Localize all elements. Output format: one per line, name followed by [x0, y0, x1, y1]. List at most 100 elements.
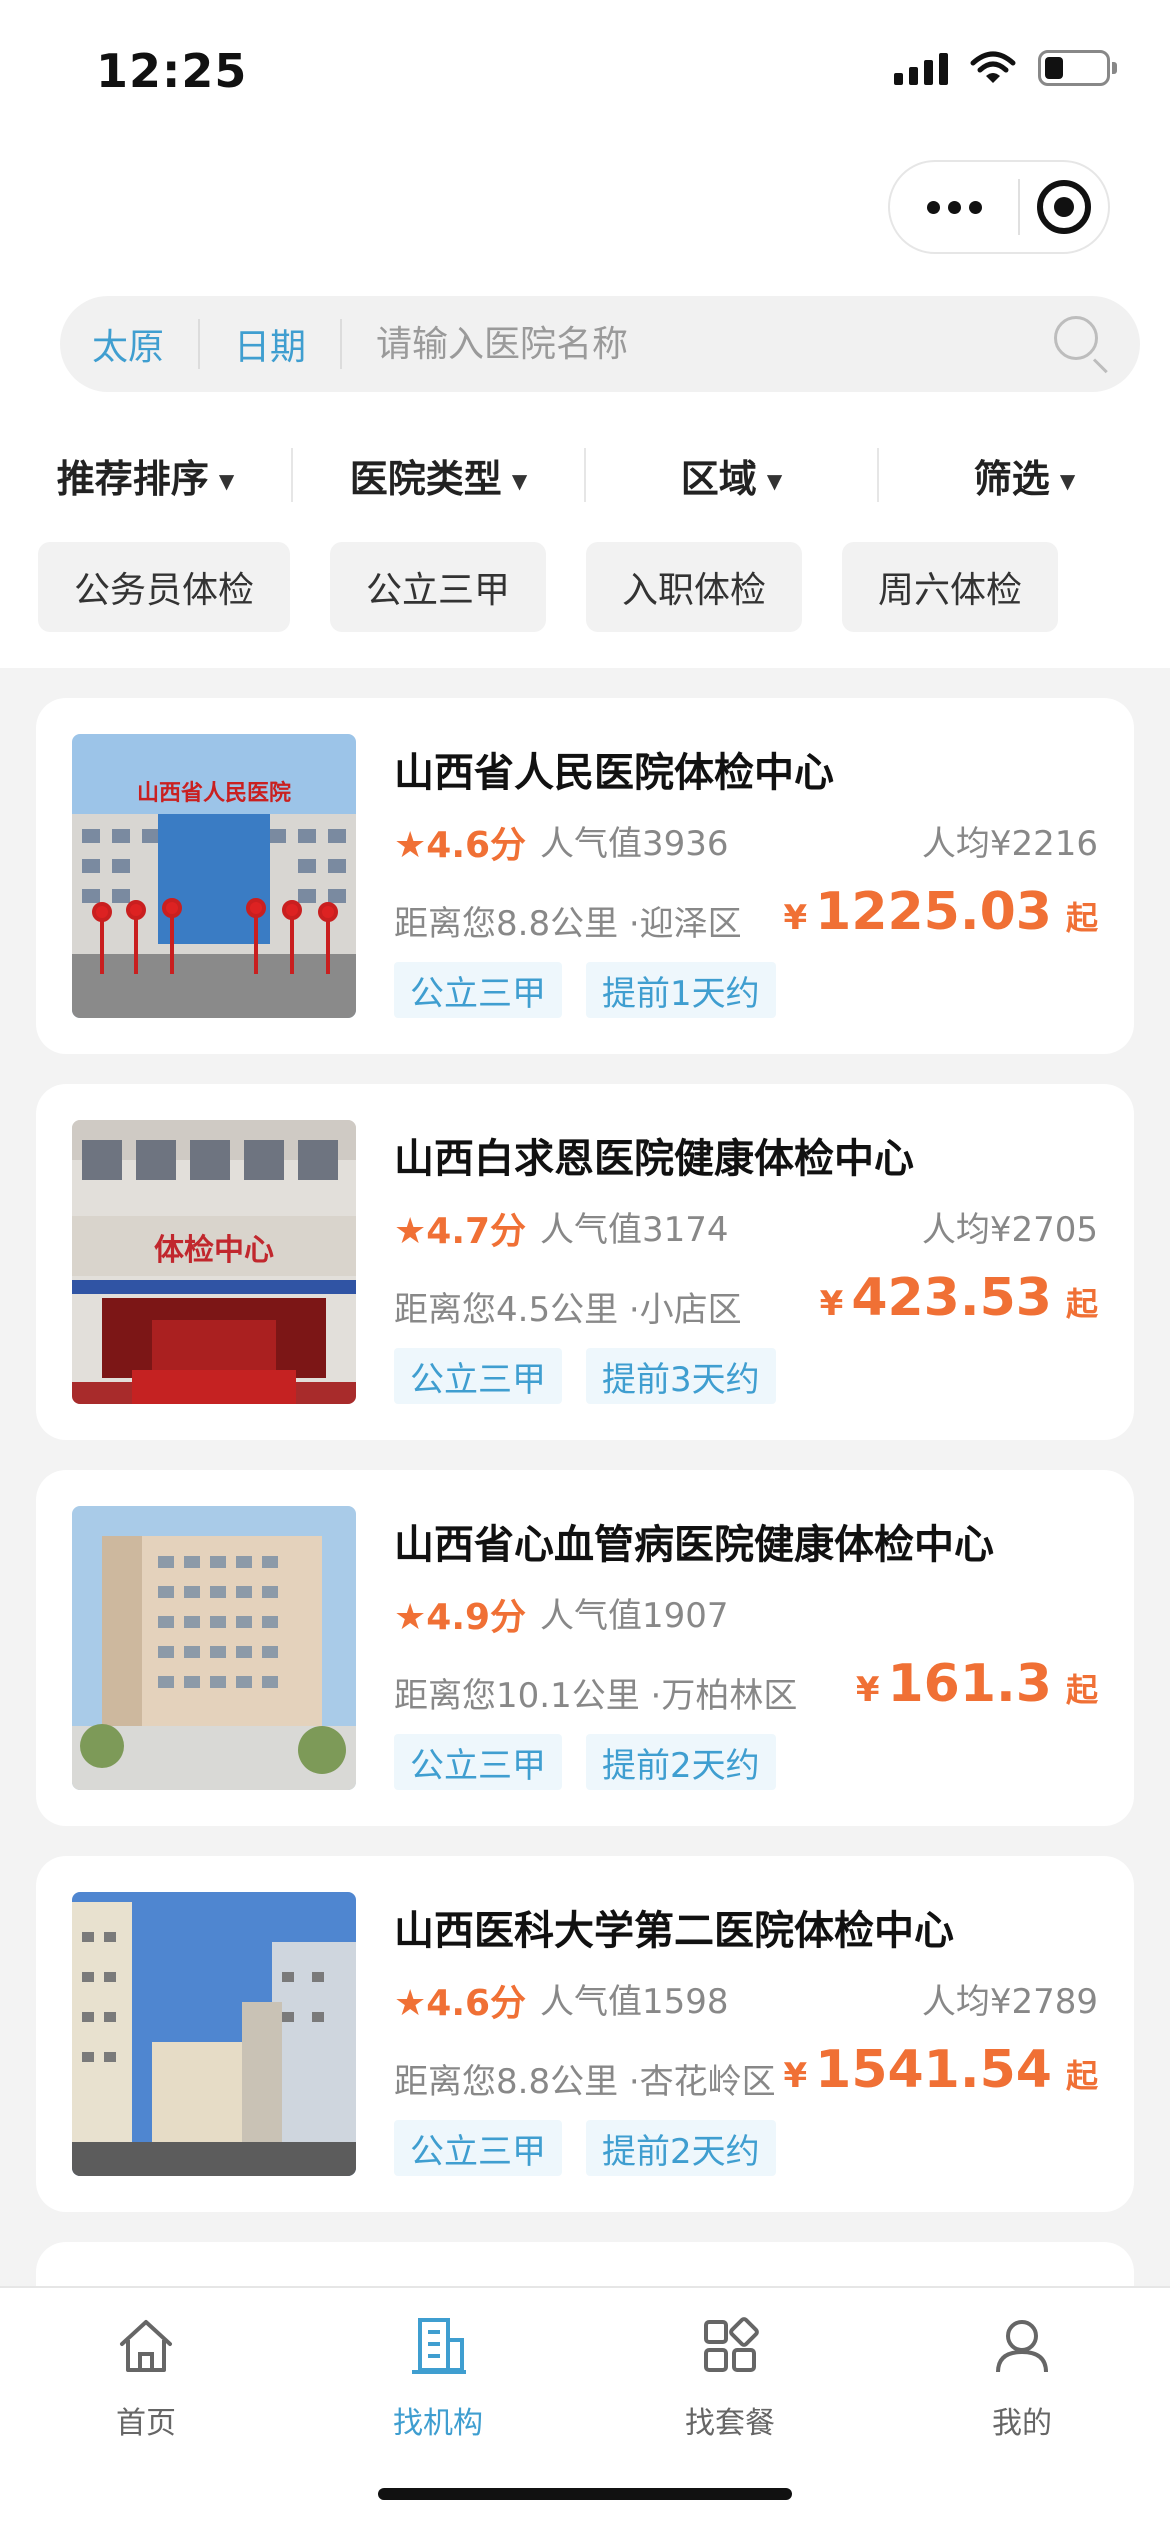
quick-filter-chips: 公务员体检 公立三甲 入职体检 周六体检 — [38, 542, 1059, 632]
tab-find-package[interactable]: 找套餐 — [650, 2306, 810, 2442]
user-icon — [996, 2320, 1048, 2373]
distance: 距离您8.8公里 ·迎泽区 — [394, 904, 742, 944]
sort-label: 区域 — [680, 456, 757, 501]
tag: 公立三甲 — [394, 1348, 562, 1404]
search-bar: 太原 日期 — [60, 296, 1140, 392]
price-currency: ¥ — [855, 1670, 880, 1710]
chip-public-grade-a[interactable]: 公立三甲 — [330, 542, 547, 632]
tags: 公立三甲 提前2天约 — [394, 2120, 776, 2176]
popularity: 人气值1598 — [540, 1982, 729, 2022]
sort-recommended[interactable]: 推荐排序 ▼ — [0, 448, 291, 503]
price-currency: ¥ — [783, 898, 808, 938]
tag: 提前2天约 — [586, 2120, 776, 2176]
chip-employment[interactable]: 入职体检 — [586, 542, 803, 632]
caret-down-icon: ▼ — [511, 469, 528, 493]
hospital-card[interactable]: 山西省心血管病医院健康体检中心 ★4.9分 人气值1907 距离您10.1公里 … — [36, 1470, 1134, 1826]
close-target-button[interactable] — [1020, 180, 1108, 234]
rating: ★4.6分 — [394, 816, 526, 868]
hospital-list: 山西省人民医院 山西省人民医院体检中心 ★4.6分 人气值3936 人均¥221… — [36, 698, 1134, 2302]
sort-area[interactable]: 区域 ▼ — [586, 448, 877, 503]
search-input[interactable] — [376, 323, 1040, 365]
tab-find-institution[interactable]: 找机构 — [358, 2306, 518, 2442]
rating-value: 4.9分 — [426, 1597, 527, 1638]
status-icons — [894, 50, 1117, 86]
star-icon: ★ — [394, 1211, 427, 1252]
hospital-card[interactable]: 山西省人民医院 山西省人民医院体检中心 ★4.6分 人气值3936 人均¥221… — [36, 698, 1134, 1054]
rating: ★4.7分 — [394, 1202, 526, 1254]
tab-home[interactable]: 首页 — [66, 2306, 226, 2442]
tag: 公立三甲 — [394, 962, 562, 1018]
home-indicator — [378, 2488, 792, 2500]
hospital-name: 山西医科大学第二医院体检中心 — [394, 1908, 954, 1954]
mini-program-capsule — [888, 160, 1110, 254]
hospital-name: 山西白求恩医院健康体检中心 — [394, 1136, 914, 1182]
sort-label: 筛选 — [973, 456, 1050, 501]
average-price: 人均¥2216 — [921, 824, 1098, 864]
svg-text:体检中心: 体检中心 — [154, 1233, 274, 1268]
tags: 公立三甲 提前1天约 — [394, 962, 776, 1018]
tags: 公立三甲 提前2天约 — [394, 1734, 776, 1790]
chip-civil-servant[interactable]: 公务员体检 — [38, 542, 291, 632]
tab-label: 我的 — [992, 2406, 1052, 2441]
rating: ★4.9分 — [394, 1588, 526, 1640]
hospital-photo — [72, 1892, 356, 2176]
wifi-icon — [970, 51, 1016, 83]
rating-value: 4.6分 — [426, 825, 527, 866]
price-amount: 1541.54 — [815, 2040, 1052, 2100]
more-icon[interactable] — [890, 200, 1018, 214]
caret-down-icon: ▼ — [1059, 469, 1076, 493]
signal-icon — [894, 51, 948, 85]
svg-text:山西省人民医院: 山西省人民医院 — [137, 780, 291, 806]
sort-label: 推荐排序 — [56, 456, 209, 501]
price-suffix: 起 — [1065, 1285, 1098, 1323]
tag: 提前1天约 — [586, 962, 776, 1018]
status-time: 12:25 — [96, 44, 248, 98]
hospital-card[interactable]: 体检中心 山西白求恩医院健康体检中心 ★4.7分 人气值3174 人均¥2705… — [36, 1084, 1134, 1440]
price-currency: ¥ — [783, 2056, 808, 2096]
average-price: 人均¥2789 — [921, 1982, 1098, 2022]
average-price: 人均¥2705 — [921, 1210, 1098, 1250]
building-icon — [412, 2318, 466, 2374]
tab-mine[interactable]: 我的 — [942, 2306, 1102, 2442]
target-icon — [1037, 180, 1091, 234]
caret-down-icon: ▼ — [766, 469, 783, 493]
header-area: 12:25 太原 日期 推荐排序 ▼ 医院类型 ▼ 区域 ▼ 筛选 ▼ — [0, 0, 1170, 668]
price-amount: 161.3 — [887, 1654, 1052, 1714]
home-icon — [120, 2320, 172, 2372]
tab-label: 找机构 — [393, 2406, 483, 2441]
price-amount: 1225.03 — [815, 882, 1052, 942]
sort-hospital-type[interactable]: 医院类型 ▼ — [293, 448, 584, 503]
rating-value: 4.7分 — [426, 1211, 527, 1252]
sort-bar: 推荐排序 ▼ 医院类型 ▼ 区域 ▼ 筛选 ▼ — [0, 440, 1170, 510]
date-selector[interactable]: 日期 — [234, 318, 306, 370]
price: ¥ 161.3 起 — [856, 1654, 1098, 1714]
sort-filter[interactable]: 筛选 ▼ — [879, 448, 1170, 503]
price-currency: ¥ — [819, 1284, 844, 1324]
hospital-photo: 体检中心 — [72, 1120, 356, 1404]
sort-label: 医院类型 — [349, 456, 502, 501]
popularity: 人气值3174 — [540, 1210, 729, 1250]
distance: 距离您8.8公里 ·杏花岭区 — [394, 2062, 776, 2102]
search-icon[interactable] — [1040, 304, 1120, 384]
price-suffix: 起 — [1065, 1671, 1098, 1709]
price: ¥ 423.53 起 — [820, 1268, 1098, 1328]
price-amount: 423.53 — [851, 1268, 1052, 1328]
battery-icon — [1038, 50, 1117, 86]
hospital-card[interactable]: 山西医科大学第二医院体检中心 ★4.6分 人气值1598 人均¥2789 距离您… — [36, 1856, 1134, 2212]
star-icon: ★ — [394, 1983, 427, 2024]
hospital-name: 山西省心血管病医院健康体检中心 — [394, 1522, 994, 1568]
distance: 距离您10.1公里 ·万柏林区 — [394, 1676, 798, 1716]
tags: 公立三甲 提前3天约 — [394, 1348, 776, 1404]
tag: 公立三甲 — [394, 2120, 562, 2176]
star-icon: ★ — [394, 825, 427, 866]
price-suffix: 起 — [1065, 2057, 1098, 2095]
tag: 提前2天约 — [586, 1734, 776, 1790]
hospital-name: 山西省人民医院体检中心 — [394, 750, 834, 796]
tag: 公立三甲 — [394, 1734, 562, 1790]
caret-down-icon: ▼ — [218, 469, 235, 493]
price: ¥ 1225.03 起 — [783, 882, 1098, 942]
city-selector[interactable]: 太原 — [92, 318, 164, 370]
chip-saturday[interactable]: 周六体检 — [842, 542, 1059, 632]
price-suffix: 起 — [1065, 899, 1098, 937]
popularity: 人气值1907 — [540, 1596, 729, 1636]
